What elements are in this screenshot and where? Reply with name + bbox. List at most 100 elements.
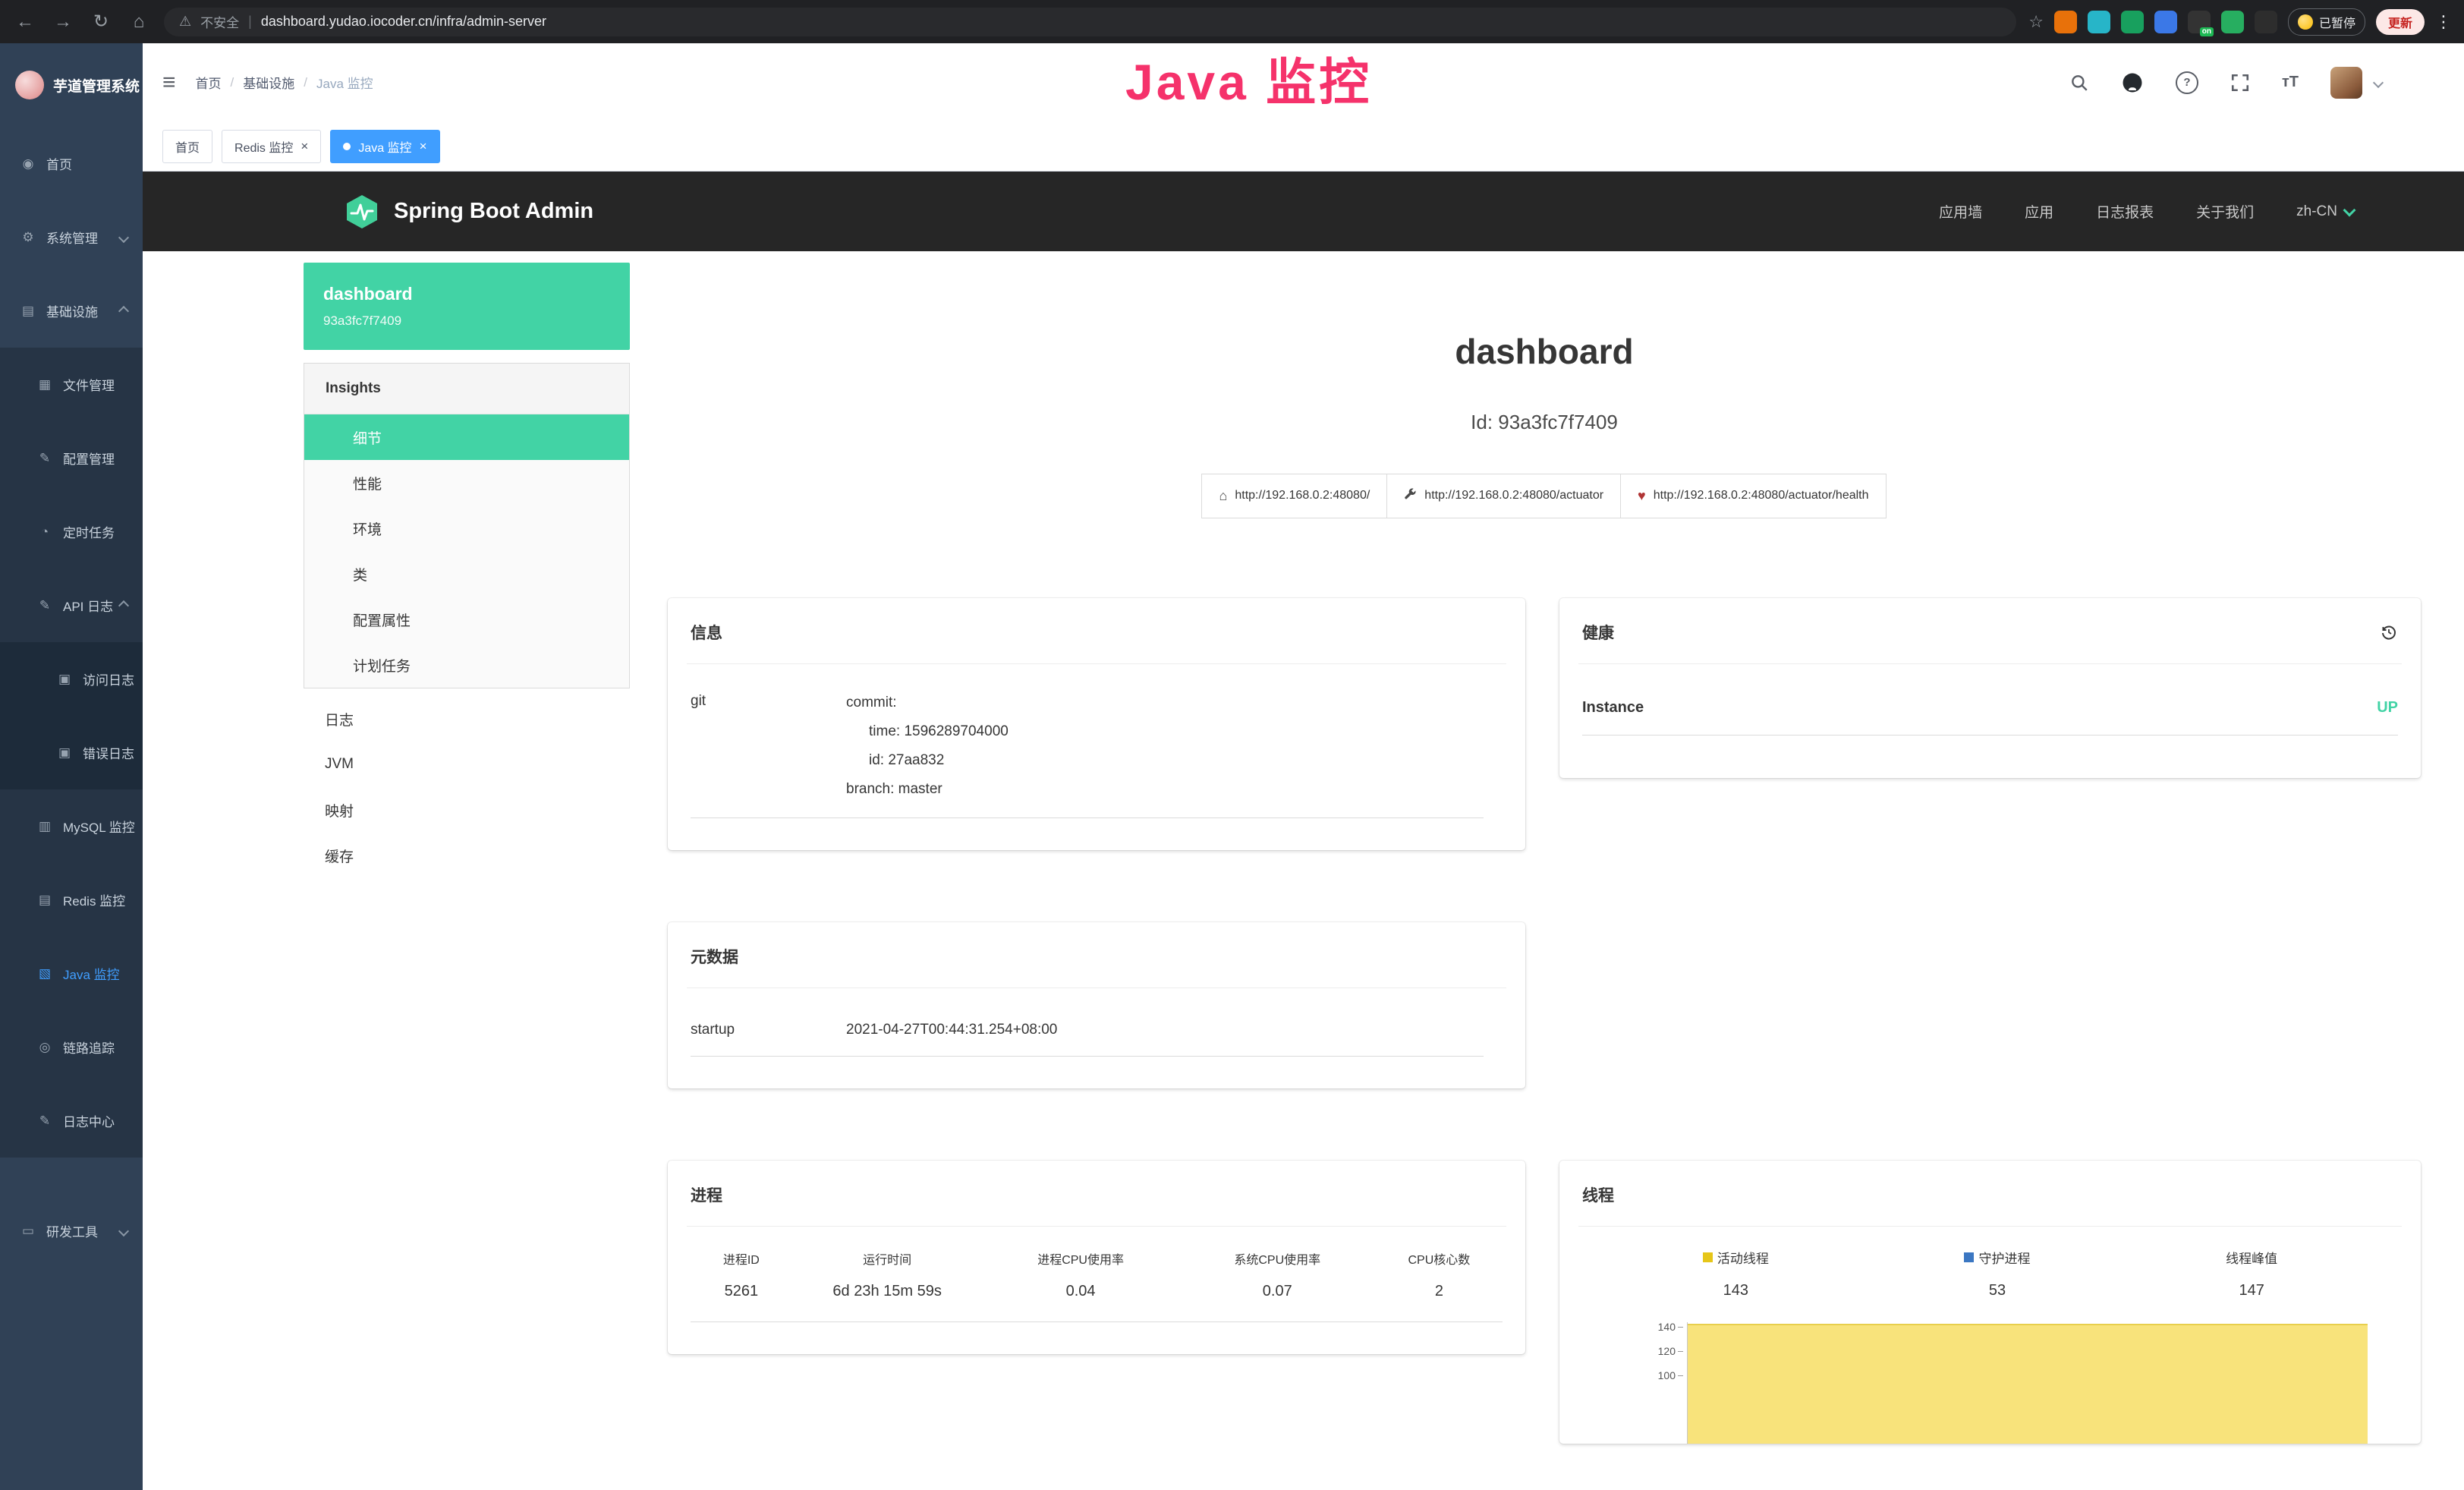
profile-paused-pill[interactable]: 已暂停 <box>2288 8 2365 36</box>
instance-id: Id: 93a3fc7f7409 <box>668 411 2421 434</box>
app-logo-icon <box>15 71 44 99</box>
col-system-cpu: 系统CPU使用率 <box>1179 1249 1376 1268</box>
extension-icon-4[interactable] <box>2154 11 2177 33</box>
sidebar-item-label: 基础设施 <box>46 301 98 320</box>
sba-menu-performance[interactable]: 性能 <box>304 460 629 506</box>
fullscreen-icon[interactable] <box>2230 73 2250 93</box>
tab-home[interactable]: 首页 <box>162 130 212 163</box>
app-sidebar: 芋道管理系统 ◉ 首页 ⚙ 系统管理 ▤ 基础设施 <box>0 43 143 1490</box>
link-label: http://192.168.0.2:48080/actuator <box>1424 489 1603 502</box>
sidebar-item-system-mgmt[interactable]: ⚙ 系统管理 <box>0 200 143 274</box>
sidebar-item-api-logs[interactable]: ✎ API 日志 <box>0 569 143 642</box>
doc-icon: ▣ <box>56 672 73 687</box>
font-size-icon[interactable]: тT <box>2282 74 2299 91</box>
search-icon[interactable] <box>2069 73 2089 93</box>
sidebar-item-error-logs[interactable]: ▣ 错误日志 <box>0 716 143 789</box>
extension-icon-3[interactable] <box>2121 11 2144 33</box>
extension-icon-2[interactable] <box>2088 11 2110 33</box>
process-table: 进程ID 运行时间 进程CPU使用率 系统CPU使用率 CPU核心数 5261 … <box>691 1245 1503 1322</box>
sidebar-item-file-mgmt[interactable]: ▦ 文件管理 <box>0 348 143 421</box>
history-icon[interactable] <box>2380 623 2398 641</box>
git-branch: branch: master <box>846 775 1009 804</box>
sba-menu-environment[interactable]: 环境 <box>304 506 629 551</box>
sba-brand[interactable]: Spring Boot Admin <box>344 194 593 230</box>
close-icon[interactable]: × <box>420 140 427 153</box>
sba-nav-journal[interactable]: 日志报表 <box>2096 201 2154 222</box>
sba-menu-jvm[interactable]: JVM <box>304 742 630 787</box>
tab-java-monitor[interactable]: Java 监控 × <box>330 130 439 163</box>
legend-label: 线程峰值 <box>2226 1248 2277 1267</box>
extension-icon-6[interactable] <box>2221 11 2244 33</box>
sidebar-item-config-mgmt[interactable]: ✎ 配置管理 <box>0 421 143 495</box>
sidebar-item-label: API 日志 <box>63 596 113 615</box>
health-card: 健康 <box>1559 598 2421 778</box>
extension-icon-1[interactable] <box>2054 11 2077 33</box>
github-icon[interactable] <box>2121 71 2144 94</box>
sba-menu-classes[interactable]: 类 <box>304 551 629 597</box>
header-actions: ? тT <box>2069 67 2382 99</box>
file-icon: ▦ <box>36 377 53 392</box>
threads-card-body: 活动线程 143 守护进程 <box>1559 1227 2421 1444</box>
avatar-caret-icon[interactable] <box>2373 77 2384 87</box>
help-icon[interactable]: ? <box>2176 71 2198 94</box>
breadcrumb-home[interactable]: 首页 <box>196 73 222 92</box>
sba-nav-wallboard[interactable]: 应用墙 <box>1939 201 1982 222</box>
tab-redis-monitor[interactable]: Redis 监控 × <box>222 130 321 163</box>
chevron-down-icon <box>118 1225 129 1236</box>
sidebar-item-log-center[interactable]: ✎ 日志中心 <box>0 1084 143 1158</box>
app-row: 芋道管理系统 ◉ 首页 ⚙ 系统管理 ▤ 基础设施 <box>0 43 2464 1490</box>
sidebar-item-redis-monitor[interactable]: ▤ Redis 监控 <box>0 863 143 937</box>
sba-menu-scheduled-tasks[interactable]: 计划任务 <box>304 642 629 688</box>
sba-app-id: 93a3fc7f7409 <box>323 313 610 329</box>
sidebar-item-dev-tools[interactable]: ▭ 研发工具 <box>0 1194 143 1268</box>
legend-label: 活动线程 <box>1717 1248 1769 1267</box>
sba-menu-logs[interactable]: 日志 <box>304 696 630 742</box>
back-icon[interactable]: ← <box>12 11 38 33</box>
y-tick-120: 120 <box>1634 1345 1676 1357</box>
sidebar-item-scheduled-jobs[interactable]: ◔ 定时任务 <box>0 495 143 569</box>
url-text[interactable]: dashboard.yudao.iocoder.cn/infra/admin-s… <box>261 14 546 30</box>
info-key: git <box>691 688 846 804</box>
sba-menu-mappings[interactable]: 映射 <box>304 787 630 833</box>
sidebar-item-home[interactable]: ◉ 首页 <box>0 127 143 200</box>
sidebar-item-label: MySQL 监控 <box>63 817 135 836</box>
sba-menu-details[interactable]: 细节 <box>304 414 629 460</box>
tab-label: Redis 监控 <box>234 137 293 156</box>
health-url-link[interactable]: ♥ http://192.168.0.2:48080/actuator/heal… <box>1620 474 1886 518</box>
sba-logo-icon <box>344 194 380 230</box>
tick-mark <box>1678 1351 1683 1352</box>
hamburger-icon[interactable]: ≡ <box>162 70 176 96</box>
sidebar-item-infrastructure[interactable]: ▤ 基础设施 <box>0 274 143 348</box>
sidebar-item-mysql-monitor[interactable]: ▥ MySQL 监控 <box>0 789 143 863</box>
card-title: 元数据 <box>691 945 738 968</box>
close-icon[interactable]: × <box>301 140 308 153</box>
extension-icon-5[interactable]: on <box>2188 11 2211 33</box>
address-bar[interactable]: ⚠ 不安全 | dashboard.yudao.iocoder.cn/infra… <box>164 8 2016 36</box>
actuator-url-link[interactable]: http://192.168.0.2:48080/actuator <box>1386 474 1621 518</box>
sba-application-box[interactable]: dashboard 93a3fc7f7409 <box>304 263 630 350</box>
update-button[interactable]: 更新 <box>2376 9 2425 35</box>
sba-language-select[interactable]: zh-CN <box>2296 203 2354 220</box>
browser-home-icon[interactable]: ⌂ <box>126 11 152 33</box>
user-avatar[interactable] <box>2330 67 2362 99</box>
metadata-card-body: startup 2021-04-27T00:44:31.254+08:00 <box>668 988 1525 1088</box>
service-url-link[interactable]: ⌂ http://192.168.0.2:48080/ <box>1201 474 1387 518</box>
browser-menu-icon[interactable]: ⋮ <box>2435 12 2452 32</box>
sba-nav-about[interactable]: 关于我们 <box>2196 201 2254 222</box>
reload-icon[interactable]: ↻ <box>88 11 114 33</box>
extension-icon-7[interactable] <box>2255 11 2277 33</box>
sidebar-item-java-monitor[interactable]: ▧ Java 监控 <box>0 937 143 1010</box>
breadcrumb-infrastructure[interactable]: 基础设施 <box>243 73 294 92</box>
sba-nav-applications[interactable]: 应用 <box>2025 201 2053 222</box>
gauge-icon: ◉ <box>20 156 36 172</box>
sidebar-item-access-logs[interactable]: ▣ 访问日志 <box>0 642 143 716</box>
security-label[interactable]: 不安全 <box>200 12 239 31</box>
val-pid: 5261 <box>691 1283 792 1300</box>
bookmark-star-icon[interactable]: ☆ <box>2028 12 2044 32</box>
link-label: http://192.168.0.2:48080/ <box>1235 489 1370 502</box>
forward-icon[interactable]: → <box>50 11 76 33</box>
sidebar-item-trace[interactable]: ◎ 链路追踪 <box>0 1010 143 1084</box>
sba-menu-caches[interactable]: 缓存 <box>304 833 630 878</box>
sba-menu-config-props[interactable]: 配置属性 <box>304 597 629 642</box>
sidebar-item-label: 访问日志 <box>83 669 134 688</box>
